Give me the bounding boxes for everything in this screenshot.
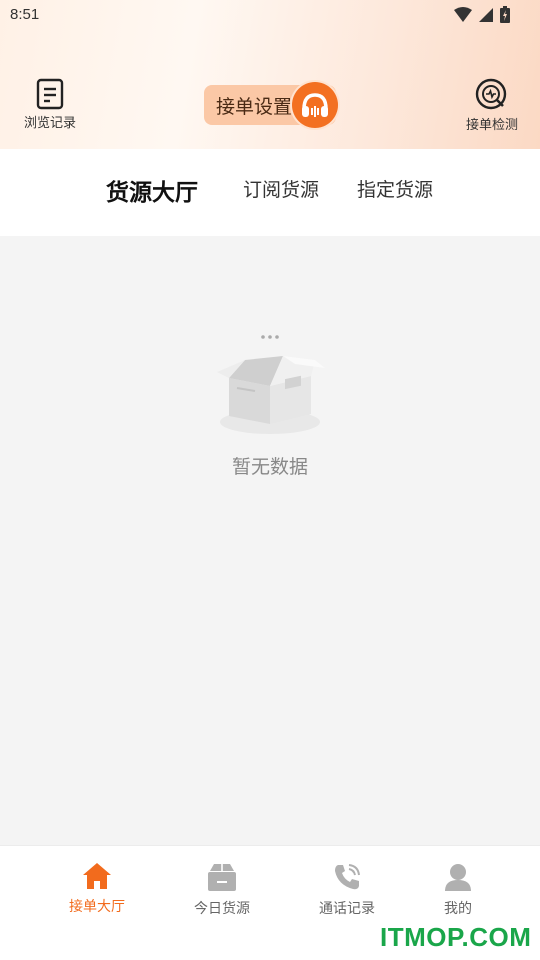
home-icon [83, 863, 111, 889]
battery-icon [500, 6, 510, 23]
person-icon [445, 864, 471, 891]
status-icons [454, 6, 510, 23]
browse-history-label: 浏览记录 [24, 116, 77, 131]
nav-item-call-records[interactable]: 通话记录 [297, 862, 397, 918]
order-check-label: 接单检测 [466, 118, 519, 133]
order-check-button[interactable]: 接单检测 [466, 78, 518, 133]
nav-item-mine[interactable]: 我的 [408, 862, 508, 918]
nav-label-mine: 我的 [444, 901, 472, 917]
nav-label-order-hall: 接单大厅 [69, 899, 125, 915]
document-icon [36, 78, 64, 110]
tab-subscribed-cargo[interactable]: 订阅货源 [243, 175, 319, 202]
order-settings-button[interactable]: 接单设置 [204, 82, 339, 128]
empty-box-icon [217, 335, 325, 434]
nav-label-call-records: 通话记录 [319, 901, 375, 917]
order-settings-label: 接单设置 [216, 95, 293, 118]
headset-icon [302, 93, 329, 117]
status-time: 8:51 [10, 6, 40, 23]
signal-icon [479, 7, 493, 22]
nav-item-order-hall[interactable]: 接单大厅 [47, 862, 147, 916]
watermark: ITMOP.COM [380, 922, 532, 952]
empty-state-text: 暂无数据 [231, 456, 308, 478]
browse-history-button[interactable]: 浏览记录 [24, 78, 76, 131]
nav-label-today-cargo: 今日货源 [194, 901, 250, 917]
empty-state: 暂无数据 [0, 330, 540, 479]
status-bar: 8:51 [0, 0, 540, 32]
headset-badge [292, 82, 339, 128]
scan-check-icon [475, 78, 507, 110]
source-tabs: 货源大厅 订阅货源 指定货源 [0, 149, 540, 236]
wifi-icon [454, 6, 472, 22]
box-icon [208, 864, 236, 891]
nav-item-today-cargo[interactable]: 今日货源 [172, 862, 272, 918]
phone-icon [335, 864, 360, 890]
tab-cargo-hall[interactable]: 货源大厅 [106, 173, 198, 207]
tab-designated-cargo[interactable]: 指定货源 [357, 175, 433, 202]
